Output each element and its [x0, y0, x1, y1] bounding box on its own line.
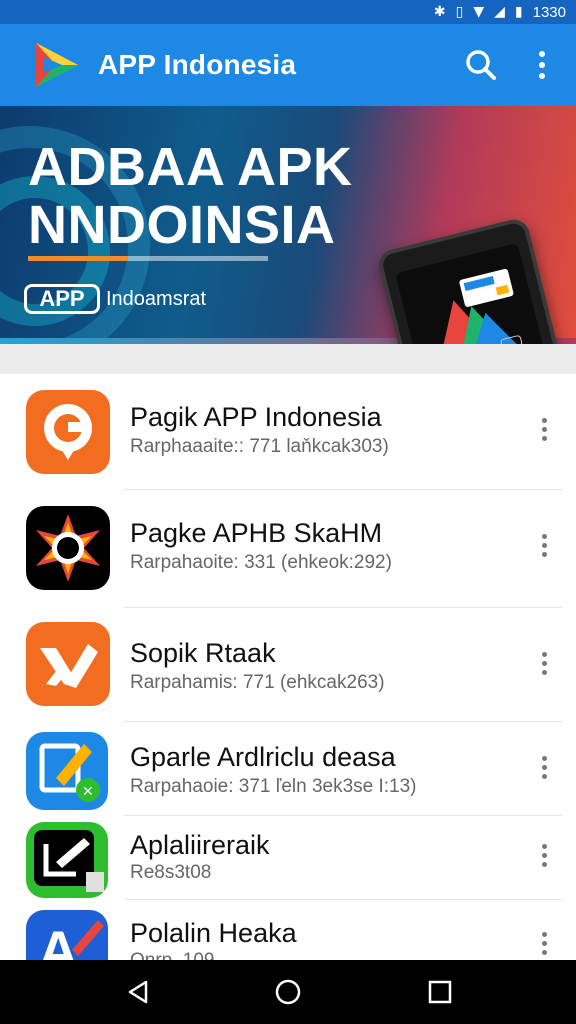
- app-subtitle: Rarphaaaite:: 771 laňkcak303): [130, 436, 389, 457]
- star-burst-icon: [26, 506, 110, 590]
- vibrate-icon: ▯: [455, 4, 464, 20]
- app-title: Gparle Ardlriclu deasa: [130, 742, 396, 772]
- battery-icon: ▮: [514, 4, 523, 20]
- list-item[interactable]: Sopik Rtaak Rarpahamis: 771 (ehkcak263): [0, 608, 576, 722]
- app-bar: APP Indonesia: [0, 24, 576, 106]
- system-nav-bar: [0, 960, 576, 1024]
- svg-text:✕: ✕: [82, 784, 94, 800]
- app-title: APP Indonesia: [98, 49, 297, 80]
- app-subtitle: Rarpahaoie: 371 ľeln 3ek3se I:13): [130, 776, 417, 797]
- search-button[interactable]: [462, 46, 500, 84]
- list-item[interactable]: ✕ Gparle Ardlriclu deasa Rarpahaoie: 371…: [0, 722, 576, 816]
- banner-divider: [28, 256, 128, 261]
- banner-badge: APP: [24, 284, 100, 314]
- app-subtitle: Rarpahaoite: 331 (ehkeok:292): [130, 552, 392, 573]
- app-title: Pagik APP Indonesia: [130, 402, 382, 432]
- app-subtitle: Onrp..109: [130, 950, 215, 960]
- more-vert-icon[interactable]: [536, 752, 552, 782]
- orange-x-icon: [26, 622, 110, 706]
- home-icon[interactable]: [272, 976, 304, 1008]
- section-spacer: [0, 344, 576, 374]
- app-title: Pagke APHB SkaHM: [130, 518, 383, 548]
- wifi-icon: ▼: [473, 4, 485, 20]
- back-icon[interactable]: [122, 976, 154, 1008]
- app-subtitle: Re8s3t08: [130, 862, 212, 883]
- overflow-menu-button[interactable]: [528, 46, 556, 84]
- tablet-illustration: [375, 216, 575, 344]
- more-vert-icon[interactable]: [536, 648, 552, 678]
- promo-banner[interactable]: ADBAA APK NNDOINSIA APP Indoamsrat: [0, 106, 576, 344]
- app-title: Sopik Rtaak: [130, 638, 276, 668]
- banner-headline-2: NNDOINSIA: [28, 195, 336, 255]
- more-vert-icon[interactable]: [536, 414, 552, 444]
- list-item[interactable]: A Polalin Heaka Onrp..109: [0, 900, 576, 960]
- banner-divider-2: [128, 256, 268, 261]
- app-title: Aplaliireraik: [130, 830, 270, 860]
- blue-a-icon: A: [26, 910, 108, 960]
- app-title: Polalin Heaka: [130, 918, 297, 948]
- more-vert-icon[interactable]: [536, 928, 552, 958]
- list-item[interactable]: Aplaliireraik Re8s3t08: [0, 816, 576, 900]
- status-time: 1330: [532, 3, 566, 21]
- tablet-screen-icon: [396, 244, 553, 344]
- app-logo-icon: [36, 43, 78, 87]
- green-sticker-icon: [26, 822, 108, 898]
- more-vert-icon: [539, 51, 545, 57]
- app-subtitle: Rarpahamis: 771 (ehkcak263): [130, 672, 385, 693]
- banner-headline-1: ADBAA APK: [28, 137, 353, 197]
- banner-subtitle: Indoamsrat: [106, 288, 207, 310]
- more-vert-icon[interactable]: [536, 840, 552, 870]
- orange-pin-icon: [26, 390, 110, 474]
- status-bar: ✱ ▯ ▼ ◢ ▮ 1330: [0, 0, 576, 24]
- signal-icon: ◢: [494, 4, 505, 20]
- list-item[interactable]: Pagke APHB SkaHM Rarpahaoite: 331 (ehkeo…: [0, 490, 576, 608]
- more-vert-icon[interactable]: [536, 530, 552, 560]
- search-icon: [466, 50, 496, 80]
- blue-edit-icon: ✕: [26, 732, 108, 810]
- recents-icon[interactable]: [424, 976, 456, 1008]
- list-item[interactable]: Pagik APP Indonesia Rarphaaaite:: 771 la…: [0, 374, 576, 490]
- bluetooth-icon: ✱: [433, 4, 446, 20]
- svg-text:A: A: [38, 919, 78, 960]
